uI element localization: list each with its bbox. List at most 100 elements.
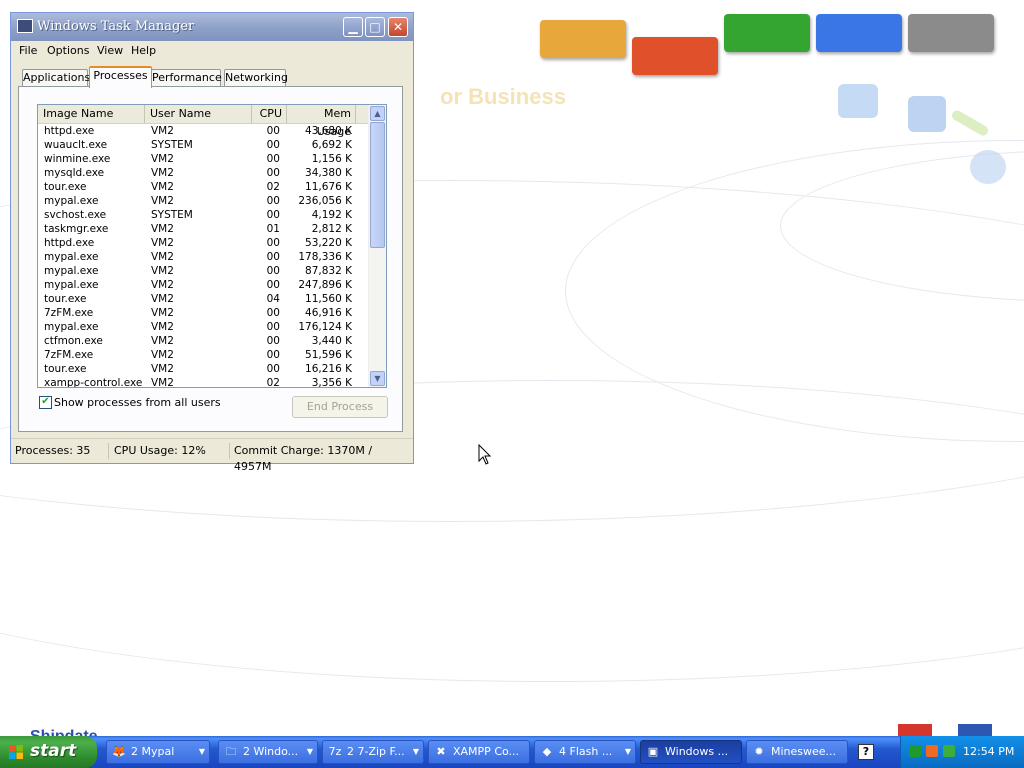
process-row[interactable]: tour.exe VM2 04 11,560 K [38, 292, 370, 306]
process-row[interactable]: wuauclt.exe SYSTEM 00 6,692 K [38, 138, 370, 152]
folder-icon: 🗀 [225, 745, 237, 758]
process-row[interactable]: taskmgr.exe VM2 01 2,812 K [38, 222, 370, 236]
close-button[interactable]: ✕ [388, 17, 408, 37]
status-commit-charge: Commit Charge: 1370M / 4957M [234, 444, 373, 473]
process-row[interactable]: tour.exe VM2 02 11,676 K [38, 180, 370, 194]
process-row[interactable]: httpd.exe VM2 00 53,220 K [38, 236, 370, 250]
network-icon[interactable] [909, 745, 921, 757]
chevron-up-icon: ▲ [374, 109, 381, 118]
menu-file[interactable]: File [19, 44, 37, 57]
process-image-name: mypal.exe [44, 195, 99, 207]
menu-options[interactable]: Options [47, 44, 89, 57]
process-row[interactable]: mysqld.exe VM2 00 34,380 K [38, 166, 370, 180]
process-row[interactable]: winmine.exe VM2 00 1,156 K [38, 152, 370, 166]
scroll-down-button[interactable]: ▼ [370, 371, 385, 386]
end-process-button[interactable]: End Process [292, 396, 388, 418]
column-cpu[interactable]: CPU [252, 105, 287, 123]
tab-performance[interactable]: Performance [151, 69, 222, 87]
start-button[interactable]: start [0, 736, 97, 768]
process-row[interactable]: 7zFM.exe VM2 00 51,596 K [38, 348, 370, 362]
process-user-name: VM2 [151, 293, 174, 305]
column-user-name[interactable]: User Name [145, 105, 252, 123]
column-mem-usage[interactable]: Mem Usage [287, 105, 356, 138]
vertical-scrollbar[interactable]: ▲ ▼ [368, 105, 386, 387]
taskbar-button[interactable]: 🗀 2 Windo... ▼ [218, 740, 318, 764]
taskbar-button[interactable]: ✖ XAMPP Co... [428, 740, 530, 764]
process-image-name: tour.exe [44, 363, 87, 375]
help-icon[interactable]: ? [858, 744, 874, 760]
title-bar[interactable]: Windows Task Manager ▁ □ ✕ [11, 13, 413, 41]
process-mem-usage: 247,896 K [298, 279, 352, 291]
process-row[interactable]: 7zFM.exe VM2 00 46,916 K [38, 306, 370, 320]
checkmark-icon: ✔ [41, 396, 50, 407]
green-tile [724, 14, 810, 52]
taskbar-button[interactable]: 7z 2 7-Zip F... ▼ [322, 740, 424, 764]
blue-tile [816, 14, 902, 52]
taskbar-button[interactable]: ✹ Mineswee... [746, 740, 848, 764]
desktop-app-icon [958, 724, 992, 736]
process-user-name: SYSTEM [151, 139, 193, 151]
process-cpu: 02 [266, 181, 280, 193]
process-mem-usage: 3,356 K [311, 377, 352, 388]
mouse-cursor-icon [478, 444, 492, 465]
taskbar-button[interactable]: ◆ 4 Flash ... ▼ [534, 740, 636, 764]
taskbar-button[interactable]: ▣ Windows ... [640, 740, 742, 764]
minimize-button[interactable]: ▁ [343, 17, 363, 37]
process-mem-usage: 11,560 K [305, 293, 352, 305]
status-processes: Processes: 35 [11, 443, 109, 459]
process-user-name: VM2 [151, 265, 174, 277]
menu-view[interactable]: View [97, 44, 123, 57]
process-list[interactable]: Image Name User Name CPU Mem Usage httpd… [37, 104, 387, 388]
process-mem-usage: 51,596 K [305, 349, 352, 361]
process-mem-usage: 87,832 K [305, 265, 352, 277]
process-user-name: VM2 [151, 321, 174, 333]
process-row[interactable]: mypal.exe VM2 00 236,056 K [38, 194, 370, 208]
process-row[interactable]: mypal.exe VM2 00 87,832 K [38, 264, 370, 278]
process-cpu: 00 [266, 153, 280, 165]
chevron-down-icon: ▼ [198, 747, 205, 756]
taskbar-button-label: 2 7-Zip F... [347, 745, 405, 758]
process-mem-usage: 6,692 K [311, 139, 352, 151]
computer-icon [908, 96, 946, 132]
process-cpu: 00 [266, 195, 280, 207]
xampp-tray-icon[interactable] [926, 745, 938, 757]
process-row[interactable]: mypal.exe VM2 00 178,336 K [38, 250, 370, 264]
task-manager-window: Windows Task Manager ▁ □ ✕ File Options … [10, 12, 414, 473]
process-mem-usage: 34,380 K [305, 167, 352, 179]
minimize-icon: ▁ [348, 20, 358, 34]
column-image-name[interactable]: Image Name [38, 105, 145, 123]
process-row[interactable]: mypal.exe VM2 00 247,896 K [38, 278, 370, 292]
minesweeper-icon: ✹ [754, 745, 764, 758]
process-row[interactable]: tour.exe VM2 00 16,216 K [38, 362, 370, 376]
process-image-name: xampp-control.exe [44, 377, 143, 388]
process-image-name: winmine.exe [44, 153, 111, 165]
tab-applications[interactable]: Applications [22, 69, 90, 87]
maximize-icon: □ [369, 20, 381, 34]
scroll-up-button[interactable]: ▲ [370, 106, 385, 121]
process-mem-usage: 176,124 K [298, 321, 352, 333]
process-cpu: 02 [266, 377, 280, 388]
checkbox-box[interactable]: ✔ [39, 396, 52, 409]
tab-networking[interactable]: Networking [224, 69, 288, 87]
process-image-name: svchost.exe [44, 209, 107, 221]
process-row[interactable]: httpd.exe VM2 00 43,680 K [38, 124, 370, 138]
process-row[interactable]: xampp-control.exe VM2 02 3,356 K [38, 376, 370, 388]
taskbar: start 🦊 2 Mypal ▼ 🗀 2 Windo... ▼ 7z 2 7-Zip F..… [0, 736, 1024, 768]
scrollbar-thumb[interactable] [370, 122, 385, 248]
process-user-name: VM2 [151, 279, 174, 291]
process-image-name: mypal.exe [44, 279, 99, 291]
start-label: start [30, 741, 77, 761]
process-row[interactable]: ctfmon.exe VM2 00 3,440 K [38, 334, 370, 348]
clock[interactable]: 12:54 PM [963, 745, 1014, 758]
maximize-button[interactable]: □ [365, 17, 385, 37]
process-row[interactable]: svchost.exe SYSTEM 00 4,192 K [38, 208, 370, 222]
language-bar-icon[interactable] [943, 745, 955, 757]
wallpaper-watermark: or Business [440, 84, 566, 109]
process-row[interactable]: mypal.exe VM2 00 176,124 K [38, 320, 370, 334]
process-cpu: 00 [266, 321, 280, 333]
tab-processes[interactable]: Processes [89, 66, 152, 88]
taskbar-button[interactable]: 🦊 2 Mypal ▼ [106, 740, 210, 764]
menu-help[interactable]: Help [131, 44, 156, 57]
process-user-name: VM2 [151, 125, 174, 137]
orange-tile [540, 20, 626, 58]
